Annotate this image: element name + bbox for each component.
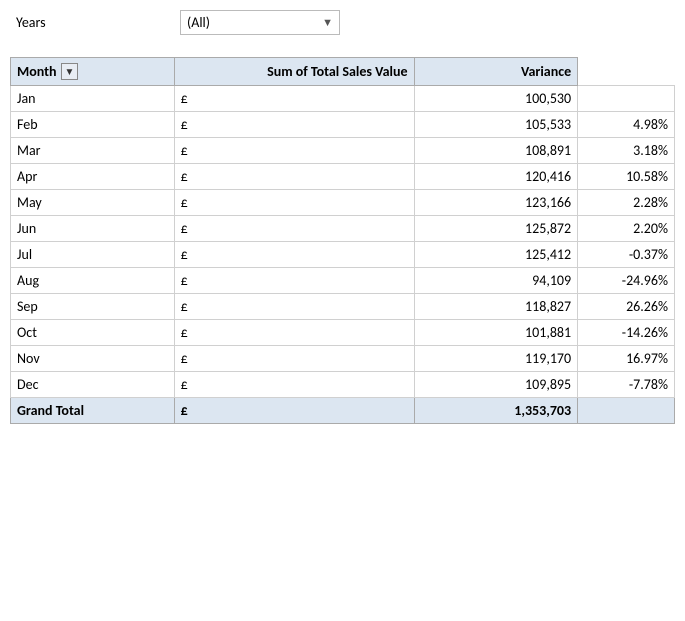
month-cell: Jun — [11, 216, 175, 242]
filter-value-text: (All) — [187, 14, 314, 31]
value-cell: 101,881 — [414, 320, 578, 346]
currency-cell: £ — [174, 216, 414, 242]
variance-cell: 10.58% — [578, 164, 675, 190]
month-cell: Jul — [11, 242, 175, 268]
filter-label: Years — [10, 10, 180, 35]
month-cell: Feb — [11, 112, 175, 138]
month-cell: Oct — [11, 320, 175, 346]
value-cell: 119,170 — [414, 346, 578, 372]
sales-header: Sum of Total Sales Value — [174, 58, 414, 86]
value-cell: 118,827 — [414, 294, 578, 320]
filter-dropdown[interactable]: (All) ▼ — [180, 10, 340, 35]
dropdown-arrow-icon: ▼ — [322, 16, 333, 29]
table-row: Aug£94,109-24.96% — [11, 268, 675, 294]
table-row: Apr£120,41610.58% — [11, 164, 675, 190]
currency-cell: £ — [174, 346, 414, 372]
variance-cell: 3.18% — [578, 138, 675, 164]
variance-cell: 16.97% — [578, 346, 675, 372]
table-row: Sep£118,82726.26% — [11, 294, 675, 320]
variance-header: Variance — [414, 58, 578, 86]
value-cell: 120,416 — [414, 164, 578, 190]
currency-cell: £ — [174, 86, 414, 112]
variance-cell: 4.98% — [578, 112, 675, 138]
table-row: Nov£119,17016.97% — [11, 346, 675, 372]
table-row: Jul£125,412-0.37% — [11, 242, 675, 268]
variance-cell: -24.96% — [578, 268, 675, 294]
value-cell: 105,533 — [414, 112, 578, 138]
table-row: Feb£105,5334.98% — [11, 112, 675, 138]
pivot-table-container: Years (All) ▼ Month ▼ Sum of Total Sales… — [0, 0, 685, 434]
currency-cell: £ — [174, 294, 414, 320]
month-cell: Nov — [11, 346, 175, 372]
value-cell: 125,412 — [414, 242, 578, 268]
value-cell: 125,872 — [414, 216, 578, 242]
grand-total-label: Grand Total — [11, 398, 175, 424]
month-header-label: Month — [17, 63, 57, 80]
month-cell: Aug — [11, 268, 175, 294]
grand-total-currency: £ — [174, 398, 414, 424]
value-cell: 94,109 — [414, 268, 578, 294]
value-cell: 108,891 — [414, 138, 578, 164]
spacer — [10, 47, 675, 57]
month-cell: Mar — [11, 138, 175, 164]
grand-total-value: 1,353,703 — [414, 398, 578, 424]
month-cell: Apr — [11, 164, 175, 190]
pivot-table: Month ▼ Sum of Total Sales Value Varianc… — [10, 57, 675, 424]
currency-cell: £ — [174, 268, 414, 294]
currency-cell: £ — [174, 112, 414, 138]
currency-cell: £ — [174, 242, 414, 268]
table-row: Oct£101,881-14.26% — [11, 320, 675, 346]
variance-cell: 2.20% — [578, 216, 675, 242]
variance-cell: -0.37% — [578, 242, 675, 268]
table-row: Jan£100,530 — [11, 86, 675, 112]
variance-cell: 26.26% — [578, 294, 675, 320]
month-header: Month ▼ — [11, 58, 175, 86]
currency-cell: £ — [174, 190, 414, 216]
currency-cell: £ — [174, 320, 414, 346]
variance-cell: -7.78% — [578, 372, 675, 398]
grand-total-row: Grand Total£1,353,703 — [11, 398, 675, 424]
variance-cell: 2.28% — [578, 190, 675, 216]
table-row: May£123,1662.28% — [11, 190, 675, 216]
currency-cell: £ — [174, 372, 414, 398]
month-cell: Jan — [11, 86, 175, 112]
table-header-row: Month ▼ Sum of Total Sales Value Varianc… — [11, 58, 675, 86]
filter-row: Years (All) ▼ — [10, 10, 675, 39]
month-filter-button[interactable]: ▼ — [61, 63, 79, 80]
variance-cell — [578, 86, 675, 112]
table-row: Dec£109,895-7.78% — [11, 372, 675, 398]
month-cell: Sep — [11, 294, 175, 320]
month-cell: Dec — [11, 372, 175, 398]
month-cell: May — [11, 190, 175, 216]
table-row: Jun£125,8722.20% — [11, 216, 675, 242]
value-cell: 100,530 — [414, 86, 578, 112]
table-row: Mar£108,8913.18% — [11, 138, 675, 164]
table-body: Jan£100,530Feb£105,5334.98%Mar£108,8913.… — [11, 86, 675, 424]
variance-cell: -14.26% — [578, 320, 675, 346]
currency-cell: £ — [174, 138, 414, 164]
value-cell: 123,166 — [414, 190, 578, 216]
grand-total-variance — [578, 398, 675, 424]
value-cell: 109,895 — [414, 372, 578, 398]
currency-cell: £ — [174, 164, 414, 190]
